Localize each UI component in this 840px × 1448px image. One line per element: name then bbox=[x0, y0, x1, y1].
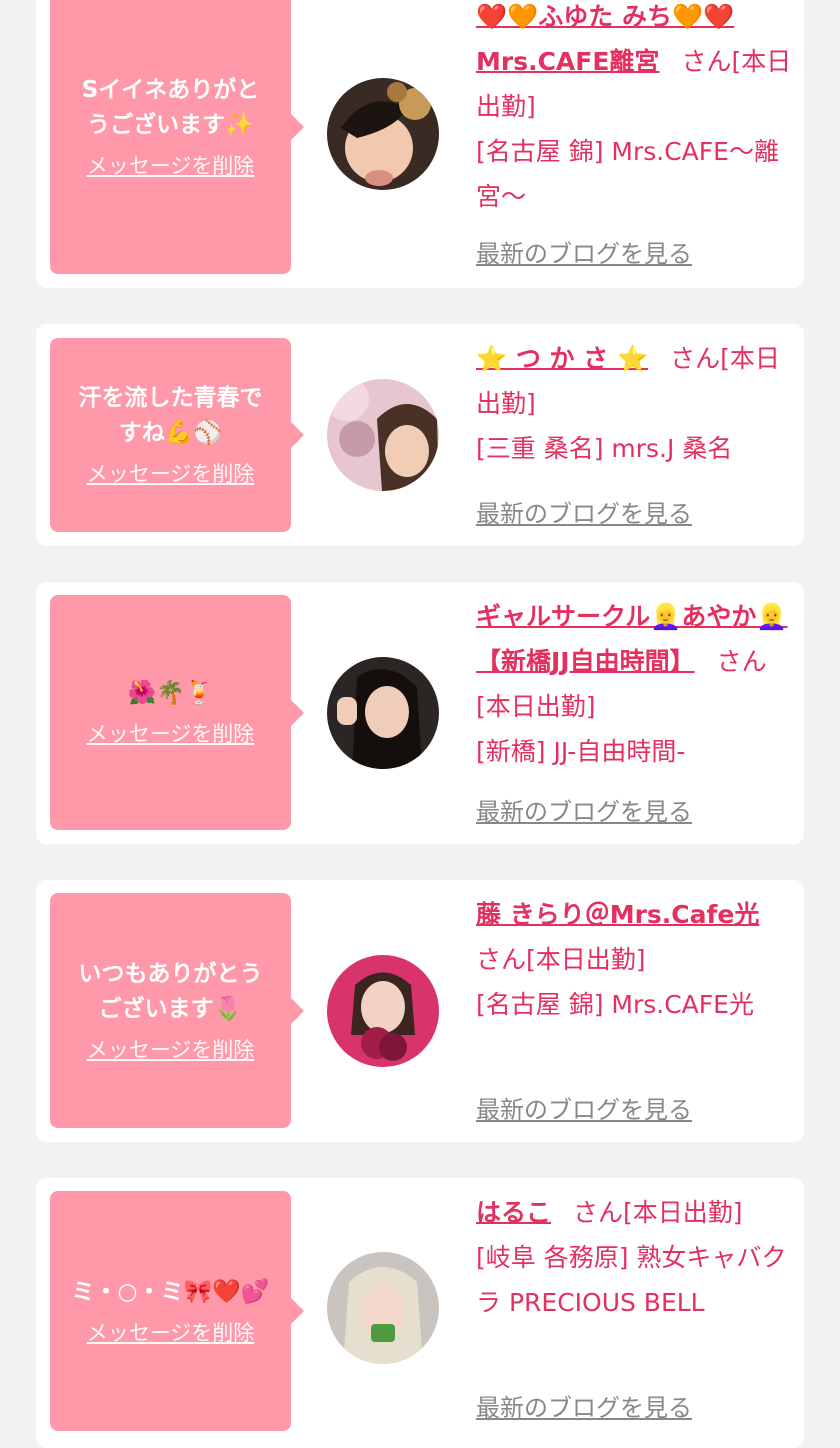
avatar[interactable] bbox=[327, 657, 439, 769]
avatar[interactable] bbox=[327, 379, 439, 491]
delete-message-link[interactable]: メッセージを削除 bbox=[87, 459, 255, 489]
message-text: 🌺🌴🍹 bbox=[127, 680, 214, 706]
delete-message-link[interactable]: メッセージを削除 bbox=[87, 1035, 255, 1065]
cast-info: 藤 きらり＠Mrs.Cafe光さん[本日出勤] [名古屋 錦] Mrs.CAFE… bbox=[476, 892, 794, 1027]
message-text: いつもありがとう ございます🌷 bbox=[78, 960, 263, 1022]
cast-name-link[interactable]: ⭐ つ か さ ⭐ bbox=[476, 344, 648, 373]
message-bubble: ミ・○・ミ🎀❤️💕 メッセージを削除 bbox=[50, 1191, 304, 1431]
cast-info: はるこ さん[本日出勤] [岐阜 各務原] 熟女キャバクラ PRECIOUS BE… bbox=[476, 1190, 794, 1325]
message-bubble: Sイイネありがと うございます✨ メッセージを削除 bbox=[50, 0, 304, 274]
shop-name: [名古屋 錦] Mrs.CAFE〜離宮〜 bbox=[476, 137, 779, 211]
message-bubble: 🌺🌴🍹 メッセージを削除 bbox=[50, 595, 304, 830]
latest-blog-link[interactable]: 最新のブログを見る bbox=[476, 234, 692, 269]
avatar[interactable] bbox=[327, 1252, 439, 1364]
shop-name: [三重 桑名] mrs.J 桑名 bbox=[476, 434, 733, 463]
cast-info: ギャルサークル👱‍♀️あやか👱‍♀️【新橋JJ自由時間】 さん[本日出勤] [新橋… bbox=[476, 594, 794, 774]
message-text: 汗を流した青春で すね💪⚾ bbox=[78, 385, 263, 446]
message-card: 汗を流した青春で すね💪⚾ メッセージを削除 ⭐ つ か さ ⭐ さん[本日出勤]… bbox=[36, 324, 804, 546]
latest-blog-link[interactable]: 最新のブログを見る bbox=[476, 1388, 692, 1423]
cast-name-link[interactable]: はるこ bbox=[476, 1198, 551, 1227]
shop-name: [岐阜 各務原] 熟女キャバクラ PRECIOUS BELL bbox=[476, 1243, 787, 1317]
message-bubble: 汗を流した青春で すね💪⚾ メッセージを削除 bbox=[50, 338, 304, 532]
avatar[interactable] bbox=[327, 955, 439, 1067]
delete-message-link[interactable]: メッセージを削除 bbox=[87, 719, 255, 749]
cast-name-link[interactable]: 藤 きらり＠Mrs.Cafe光 bbox=[476, 900, 759, 929]
message-card: Sイイネありがと うございます✨ メッセージを削除 ❤️🧡ふゆた みち🧡❤️ M… bbox=[36, 0, 804, 288]
latest-blog-link[interactable]: 最新のブログを見る bbox=[476, 1090, 692, 1125]
message-bubble: いつもありがとう ございます🌷 メッセージを削除 bbox=[50, 893, 304, 1128]
shop-name: [名古屋 錦] Mrs.CAFE光 bbox=[476, 990, 754, 1019]
delete-message-link[interactable]: メッセージを削除 bbox=[87, 151, 255, 181]
shop-name: [新橋] JJ-自由時間- bbox=[476, 737, 686, 766]
message-card: いつもありがとう ございます🌷 メッセージを削除 藤 きらり＠Mrs.Cafe光… bbox=[36, 880, 804, 1142]
cast-info: ⭐ つ か さ ⭐ さん[本日出勤] [三重 桑名] mrs.J 桑名 bbox=[476, 336, 794, 471]
cast-status: さん[本日出勤] bbox=[476, 945, 646, 974]
message-text: Sイイネありがと うございます✨ bbox=[81, 77, 260, 138]
cast-info: ❤️🧡ふゆた みち🧡❤️ Mrs.CAFE離宮 さん[本日出勤] [名古屋 錦] … bbox=[476, 0, 794, 219]
latest-blog-link[interactable]: 最新のブログを見る bbox=[476, 494, 692, 529]
cast-status: さん[本日出勤] bbox=[573, 1198, 743, 1227]
avatar[interactable] bbox=[327, 78, 439, 190]
message-card: 🌺🌴🍹 メッセージを削除 ギャルサークル👱‍♀️あやか👱‍♀️【新橋JJ自由時間… bbox=[36, 582, 804, 844]
message-card: ミ・○・ミ🎀❤️💕 メッセージを削除 はるこ さん[本日出勤] [岐阜 各務原] … bbox=[36, 1178, 804, 1448]
message-text: ミ・○・ミ🎀❤️💕 bbox=[71, 1278, 270, 1305]
delete-message-link[interactable]: メッセージを削除 bbox=[87, 1318, 255, 1348]
latest-blog-link[interactable]: 最新のブログを見る bbox=[476, 792, 692, 827]
